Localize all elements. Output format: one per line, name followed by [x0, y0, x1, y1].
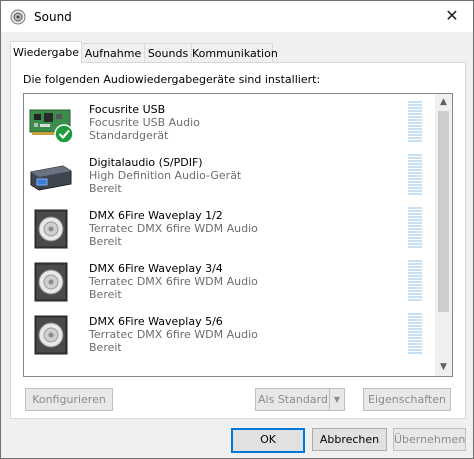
configure-button[interactable]: Konfigurieren — [25, 388, 113, 411]
cancel-button[interactable]: Abbrechen — [312, 428, 387, 451]
device-item-digitalaudio-spdif[interactable]: Digitalaudio (S/PDIF) High Definition Au… — [24, 149, 434, 202]
default-check-icon — [54, 124, 73, 144]
speaker-icon — [34, 209, 68, 249]
device-name: Focusrite USB — [89, 103, 166, 116]
device-list-scrollbar[interactable]: ▲ ▼ — [435, 94, 452, 376]
device-status: Bereit — [89, 182, 122, 195]
device-item-waveplay-3-4[interactable]: DMX 6Fire Waveplay 3/4 Terratec DMX 6fir… — [24, 255, 434, 308]
scroll-down-icon[interactable]: ▼ — [435, 359, 452, 376]
tab-kommunikation[interactable]: Kommunikation — [191, 43, 278, 63]
device-status: Bereit — [89, 288, 122, 301]
chevron-down-icon[interactable]: ▼ — [329, 389, 344, 410]
level-meter — [408, 313, 422, 355]
device-driver: Terratec DMX 6fire WDM Audio — [89, 222, 258, 235]
apply-button[interactable]: Übernehmen — [393, 428, 466, 451]
tab-sounds[interactable]: Sounds — [144, 43, 192, 63]
tab-wiedergabe[interactable]: Wiedergabe — [10, 41, 82, 64]
title-bar[interactable]: Sound ✕ — [1, 1, 473, 32]
level-meter — [408, 207, 422, 249]
window-title: Sound — [34, 10, 72, 24]
speaker-title-icon — [10, 9, 26, 25]
tab-panel-wiedergabe: Die folgenden Audiowiedergabegeräte sind… — [10, 62, 466, 419]
sound-card-icon — [29, 109, 73, 144]
device-name: DMX 6Fire Waveplay 5/6 — [89, 315, 223, 328]
device-driver: Terratec DMX 6fire WDM Audio — [89, 275, 258, 288]
device-name: DMX 6Fire Waveplay 1/2 — [89, 209, 223, 222]
device-item-waveplay-5-6[interactable]: DMX 6Fire Waveplay 5/6 Terratec DMX 6fir… — [24, 308, 434, 361]
sound-dialog: Sound ✕ Wiedergabe Aufnahme Sounds Kommu… — [0, 0, 474, 459]
device-driver: High Definition Audio-Gerät — [89, 169, 242, 182]
level-meter — [408, 260, 422, 302]
device-driver: Focusrite USB Audio — [89, 116, 200, 129]
speaker-icon — [34, 315, 68, 355]
set-default-button[interactable]: Als Standard ▼ — [255, 388, 345, 411]
level-meter — [408, 101, 422, 143]
speaker-icon — [34, 262, 68, 302]
device-name: Digitalaudio (S/PDIF) — [89, 156, 203, 169]
ok-button[interactable]: OK — [231, 428, 305, 453]
device-status: Standardgerät — [89, 129, 169, 142]
scroll-thumb[interactable] — [438, 111, 449, 312]
spdif-output-icon — [30, 165, 72, 191]
tab-aufnahme[interactable]: Aufnahme — [81, 43, 145, 63]
device-status: Bereit — [89, 341, 122, 354]
properties-button[interactable]: Eigenschaften — [363, 388, 451, 411]
devices-description: Die folgenden Audiowiedergabegeräte sind… — [23, 73, 321, 86]
device-item-waveplay-1-2[interactable]: DMX 6Fire Waveplay 1/2 Terratec DMX 6fir… — [24, 202, 434, 255]
device-name: DMX 6Fire Waveplay 3/4 — [89, 262, 223, 275]
device-driver: Terratec DMX 6fire WDM Audio — [89, 328, 258, 341]
close-button[interactable]: ✕ — [431, 1, 473, 32]
device-status: Bereit — [89, 235, 122, 248]
scroll-up-icon[interactable]: ▲ — [435, 94, 452, 111]
set-default-label: Als Standard — [258, 393, 328, 406]
level-meter — [408, 154, 422, 196]
device-item-focusrite-usb[interactable]: Focusrite USB Focusrite USB Audio Standa… — [24, 96, 434, 149]
playback-device-list[interactable]: Focusrite USB Focusrite USB Audio Standa… — [23, 93, 453, 377]
